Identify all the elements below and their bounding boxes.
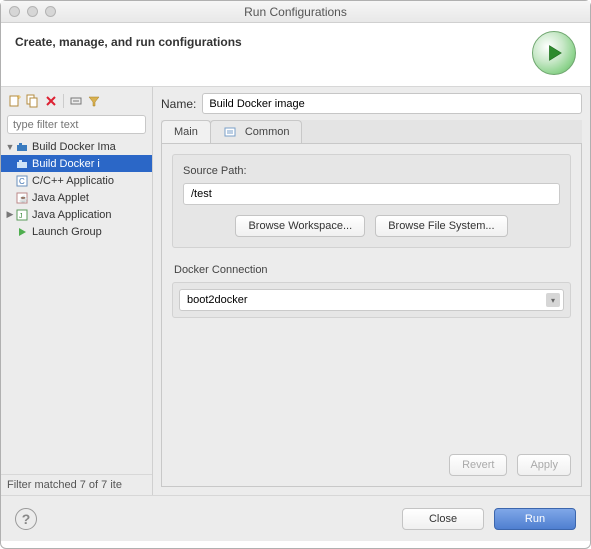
revert-button[interactable]: Revert (449, 454, 507, 476)
config-content: Name: Main Common Source Path: Browse Wo… (153, 87, 590, 495)
titlebar: Run Configurations (1, 1, 590, 23)
source-path-label: Source Path: (183, 165, 560, 177)
duplicate-config-icon[interactable] (25, 93, 41, 109)
tree-item-label: Java Applet (32, 192, 89, 204)
docker-connection-group: boot2docker ▾ (172, 282, 571, 318)
svg-text:J: J (19, 213, 23, 220)
delete-config-icon[interactable] (43, 93, 59, 109)
tree-item-label: Build Docker Ima (32, 141, 116, 153)
close-button[interactable]: Close (402, 508, 484, 530)
apply-button[interactable]: Apply (517, 454, 571, 476)
filter-icon[interactable] (86, 93, 102, 109)
tab-main-body: Source Path: Browse Workspace... Browse … (161, 144, 582, 487)
name-row: Name: (161, 93, 582, 114)
help-icon[interactable]: ? (15, 508, 37, 530)
dialog-body: ▼ Build Docker Ima Build Docker i C C/C+… (1, 87, 590, 495)
disclosure-triangle-icon[interactable]: ▼ (5, 142, 15, 152)
run-icon (532, 31, 576, 75)
common-tab-icon (223, 125, 237, 139)
docker-connection-label: Docker Connection (174, 264, 571, 276)
source-path-input[interactable] (183, 183, 560, 205)
browse-workspace-button[interactable]: Browse Workspace... (235, 215, 365, 237)
tree-item-java-applet[interactable]: ☕ Java Applet (1, 189, 152, 206)
page-title: Create, manage, and run configurations (15, 35, 242, 49)
tree-item-build-docker-child[interactable]: Build Docker i (1, 155, 152, 172)
collapse-all-icon[interactable] (68, 93, 84, 109)
tree-toolbar (1, 93, 152, 115)
tree-item-label: Java Application (32, 209, 112, 221)
tree-item-label: C/C++ Applicatio (32, 175, 114, 187)
revert-apply-row: Revert Apply (172, 446, 571, 476)
tree-item-java-application[interactable]: ▶ J Java Application (1, 206, 152, 223)
tab-main[interactable]: Main (161, 120, 211, 143)
run-button[interactable]: Run (494, 508, 576, 530)
browse-buttons: Browse Workspace... Browse File System..… (183, 215, 560, 237)
tree-filter-status: Filter matched 7 of 7 ite (1, 474, 152, 495)
docker-connection-select-wrap: boot2docker ▾ (179, 289, 564, 311)
docker-icon (15, 140, 29, 154)
tree-item-launch-group[interactable]: Launch Group (1, 223, 152, 240)
java-app-icon: J (15, 208, 29, 222)
tree-item-label: Launch Group (32, 226, 102, 238)
tab-common[interactable]: Common (210, 120, 303, 143)
tree-item-build-docker-image[interactable]: ▼ Build Docker Ima (1, 138, 152, 155)
window-title: Run Configurations (1, 5, 590, 19)
footer-buttons: Close Run (402, 508, 576, 530)
new-config-icon[interactable] (7, 93, 23, 109)
c-app-icon: C (15, 174, 29, 188)
launch-group-icon (15, 225, 29, 239)
source-path-group: Source Path: Browse Workspace... Browse … (172, 154, 571, 248)
tab-bar: Main Common (161, 120, 582, 144)
svg-text:C: C (19, 177, 25, 186)
name-input[interactable] (202, 93, 582, 114)
tree-item-c-cpp-app[interactable]: C C/C++ Applicatio (1, 172, 152, 189)
docker-connection-select[interactable]: boot2docker (179, 289, 564, 311)
tab-label: Common (245, 126, 290, 138)
docker-icon (15, 157, 29, 171)
config-tree[interactable]: ▼ Build Docker Ima Build Docker i C C/C+… (1, 138, 152, 474)
filter-field (7, 115, 146, 134)
java-applet-icon: ☕ (15, 191, 29, 205)
name-label: Name: (161, 97, 196, 111)
tree-item-label: Build Docker i (32, 158, 100, 170)
disclosure-triangle-icon[interactable]: ▶ (5, 209, 15, 220)
tab-label: Main (174, 126, 198, 138)
dialog-footer: ? Close Run (1, 495, 590, 541)
browse-filesystem-button[interactable]: Browse File System... (375, 215, 507, 237)
svg-text:☕: ☕ (19, 194, 28, 203)
filter-input[interactable] (7, 115, 146, 134)
separator (63, 94, 64, 108)
sidebar: ▼ Build Docker Ima Build Docker i C C/C+… (1, 87, 153, 495)
dialog-header: Create, manage, and run configurations (1, 23, 590, 87)
